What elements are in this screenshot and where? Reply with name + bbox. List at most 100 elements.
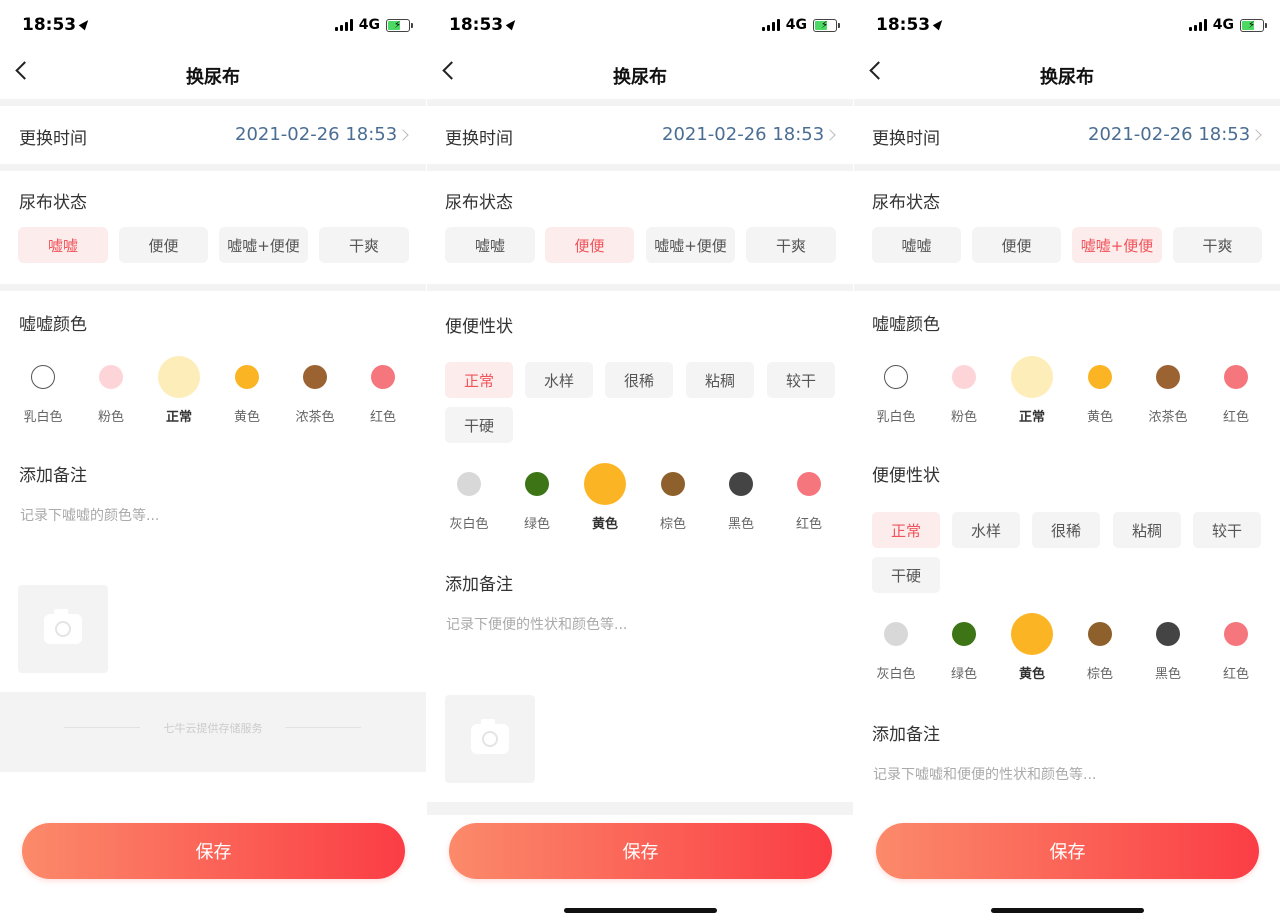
status-option-pee[interactable]: 嘘嘘 <box>18 227 108 263</box>
poop-color-gray[interactable]: 灰白色 <box>435 463 503 532</box>
note-label: 添加备注 <box>445 575 513 595</box>
diaper-status-label: 尿布状态 <box>445 193 513 213</box>
color-dot <box>371 365 395 389</box>
pee-color-milky[interactable]: 乳白色 <box>9 356 77 425</box>
pee-color-milky[interactable]: 乳白色 <box>862 356 930 425</box>
poop-color-green[interactable]: 绿色 <box>503 463 571 532</box>
color-dot <box>1224 365 1248 389</box>
status-option-pee[interactable]: 嘘嘘 <box>872 227 961 263</box>
color-dot <box>661 472 685 496</box>
color-dot <box>952 365 976 389</box>
save-button[interactable]: 保存 <box>876 823 1259 879</box>
status-option-both[interactable]: 嘘嘘+便便 <box>646 227 735 263</box>
change-time-row[interactable]: 更换时间 2021-02-26 18:53 <box>854 106 1280 164</box>
location-arrow-icon <box>78 17 92 31</box>
poop-color-brown[interactable]: 棕色 <box>1066 613 1134 682</box>
color-dot <box>884 622 908 646</box>
pee-color-normal[interactable]: 正常 <box>145 356 213 425</box>
battery-icon: ⚡ <box>1240 18 1267 32</box>
note-label: 添加备注 <box>872 725 940 745</box>
status-option-both[interactable]: 嘘嘘+便便 <box>1072 227 1162 263</box>
change-time-row[interactable]: 更换时间 2021-02-26 18:53 <box>0 106 426 164</box>
poop-color-gray[interactable]: 灰白色 <box>862 613 930 682</box>
home-indicator <box>991 908 1144 913</box>
note-input[interactable]: 记录下便便的性状和颜色等... <box>446 614 627 634</box>
status-time: 18:53 <box>22 15 92 35</box>
poop-color-yellow[interactable]: 黄色 <box>998 613 1066 682</box>
pee-color-pink[interactable]: 粉色 <box>930 356 998 425</box>
status-option-poop[interactable]: 便便 <box>119 227 208 263</box>
pee-color-pink[interactable]: 粉色 <box>77 356 145 425</box>
diaper-status-label: 尿布状态 <box>872 193 940 213</box>
shape-option-sticky[interactable]: 粘稠 <box>686 362 754 398</box>
divider <box>427 284 853 291</box>
shape-option-sticky[interactable]: 粘稠 <box>1113 512 1181 548</box>
shape-option-normal[interactable]: 正常 <box>872 512 940 548</box>
color-dot <box>1088 622 1112 646</box>
shape-option-hard[interactable]: 干硬 <box>445 407 513 443</box>
page-title: 换尿布 <box>186 67 240 88</box>
poop-color-black[interactable]: 黑色 <box>1134 613 1202 682</box>
signal-icon <box>334 19 353 31</box>
change-time-row[interactable]: 更换时间 2021-02-26 18:53 <box>427 106 853 164</box>
shape-option-normal[interactable]: 正常 <box>445 362 513 398</box>
shape-option-loose[interactable]: 很稀 <box>605 362 673 398</box>
shape-option-dryish[interactable]: 较干 <box>1193 512 1261 548</box>
signal-icon <box>761 19 780 31</box>
poop-color-yellow[interactable]: 黄色 <box>571 463 639 532</box>
poop-color-black[interactable]: 黑色 <box>707 463 775 532</box>
status-option-dry[interactable]: 干爽 <box>319 227 409 263</box>
color-dot <box>525 472 549 496</box>
status-option-poop[interactable]: 便便 <box>972 227 1061 263</box>
poop-color-red[interactable]: 红色 <box>1202 613 1270 682</box>
page-title: 换尿布 <box>1040 67 1094 88</box>
network-label: 4G <box>358 17 380 33</box>
shape-option-watery[interactable]: 水样 <box>952 512 1020 548</box>
pee-color-yellow[interactable]: 黄色 <box>213 356 281 425</box>
color-dot <box>729 472 753 496</box>
battery-icon: ⚡ <box>813 18 840 32</box>
divider <box>427 164 853 171</box>
poop-color-brown[interactable]: 棕色 <box>639 463 707 532</box>
shape-option-dryish[interactable]: 较干 <box>767 362 835 398</box>
color-dot <box>952 622 976 646</box>
photo-upload[interactable] <box>445 695 535 783</box>
save-button[interactable]: 保存 <box>449 823 832 879</box>
status-option-both[interactable]: 嘘嘘+便便 <box>219 227 308 263</box>
color-dot <box>584 463 626 505</box>
pee-color-yellow[interactable]: 黄色 <box>1066 356 1134 425</box>
status-option-pee[interactable]: 嘘嘘 <box>445 227 535 263</box>
poop-color-red[interactable]: 红色 <box>775 463 843 532</box>
divider <box>854 99 1280 106</box>
shape-option-hard[interactable]: 干硬 <box>872 557 940 593</box>
pee-color-red[interactable]: 红色 <box>349 356 417 425</box>
camera-icon <box>44 609 82 644</box>
pee-color-red[interactable]: 红色 <box>1202 356 1270 425</box>
shape-option-watery[interactable]: 水样 <box>525 362 593 398</box>
network-label: 4G <box>785 17 807 33</box>
color-dot <box>1156 622 1180 646</box>
signal-icon <box>1188 19 1207 31</box>
location-arrow-icon <box>932 17 946 31</box>
pee-color-options: 乳白色 粉色 正常 黄色 浓茶色 红色 <box>862 356 1270 425</box>
status-option-poop[interactable]: 便便 <box>545 227 634 263</box>
color-dot <box>1011 356 1053 398</box>
pee-color-label: 嘘嘘颜色 <box>872 315 940 335</box>
save-button[interactable]: 保存 <box>22 823 405 879</box>
status-option-dry[interactable]: 干爽 <box>1173 227 1262 263</box>
screen-both: 18:53 4G ⚡ 换尿布 更换时间 2021-02-26 18:53 尿布状… <box>854 0 1280 923</box>
note-input[interactable]: 记录下嘘嘘和便便的性状和颜色等... <box>873 764 1096 784</box>
color-dot <box>31 365 55 389</box>
photo-upload[interactable] <box>18 585 108 673</box>
pee-color-tea[interactable]: 浓茶色 <box>1134 356 1202 425</box>
color-dot <box>457 472 481 496</box>
pee-color-tea[interactable]: 浓茶色 <box>281 356 349 425</box>
note-input[interactable]: 记录下嘘嘘的颜色等... <box>20 505 159 525</box>
status-option-dry[interactable]: 干爽 <box>746 227 836 263</box>
pee-color-normal[interactable]: 正常 <box>998 356 1066 425</box>
poop-color-green[interactable]: 绿色 <box>930 613 998 682</box>
shape-option-loose[interactable]: 很稀 <box>1032 512 1100 548</box>
status-indicators: 4G ⚡ <box>1188 17 1267 33</box>
chevron-right-icon <box>1250 129 1262 141</box>
color-dot <box>1156 365 1180 389</box>
